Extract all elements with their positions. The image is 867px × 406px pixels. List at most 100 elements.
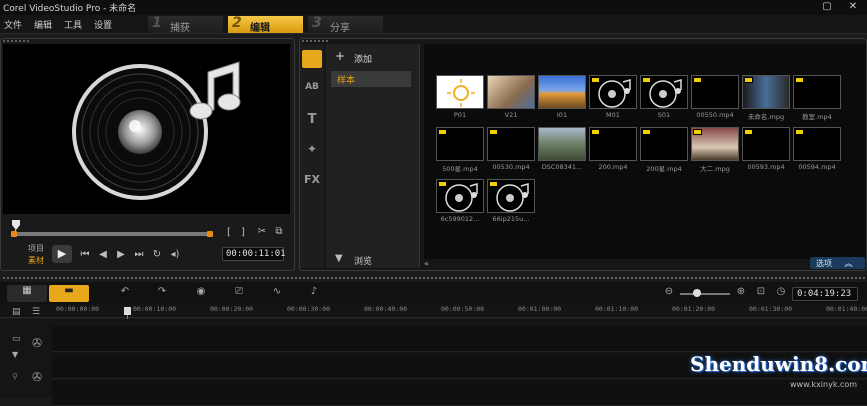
zoom-slider-knob[interactable] [693,289,701,297]
graphic-icon[interactable]: ✦ [303,142,321,158]
menu-settings[interactable]: 设置 [94,18,112,31]
video-track-header-icon[interactable]: ✇ [32,336,42,350]
auto-music-icon[interactable]: ♪ [305,286,323,297]
mode-project-label[interactable]: 项目 [28,243,44,254]
zoom-slider[interactable] [680,293,730,295]
step-share[interactable]: 3 分享 [308,15,383,34]
video-track[interactable] [52,326,867,352]
thumbnail-label: 6c599012... [440,215,480,223]
zoom-out-icon[interactable]: ⊖ [660,286,678,297]
title-bar: Corel VideoStudio Pro - 未命名 ▢ ✕ [0,0,867,15]
library-thumbnail[interactable] [742,75,790,109]
library-thumbnail[interactable] [640,75,688,109]
browse-icon[interactable]: ▼ [335,253,343,264]
previous-frame-icon[interactable]: ◀ [97,249,109,260]
video-track-icon[interactable]: ▭ [12,334,21,344]
undo-icon[interactable]: ↶ [116,286,134,297]
cut-icon[interactable]: ✂ [256,226,268,237]
capture-icon[interactable]: ⎚ [230,286,248,297]
step-capture[interactable]: 1 捕获 [148,15,223,34]
library-thumbnail[interactable] [538,127,586,161]
copy-icon[interactable]: ⧉ [273,226,285,237]
preview-timecode[interactable]: 00:00:11:01 [222,247,286,261]
scrubber-track[interactable] [14,232,210,236]
timeline-view-button[interactable]: ▬ [49,285,89,302]
chapter-icon[interactable]: ☰ [32,307,40,317]
library-thumbnail[interactable] [691,75,739,109]
volume-icon[interactable]: ◂) [169,249,181,260]
panel-grip[interactable] [301,39,329,43]
title-icon[interactable]: T [303,112,321,128]
media-type-badge-icon [744,129,753,135]
library-thumbnail[interactable] [436,75,484,109]
close-icon[interactable]: ✕ [846,1,860,12]
browse-button[interactable]: 浏览 [354,254,372,267]
mark-out-button[interactable]: ] [238,227,248,238]
media-type-badge-icon [489,129,498,135]
media-type-badge-icon [591,77,600,83]
maximize-icon[interactable]: ▢ [820,1,834,12]
chevron-up-icon: ︽ [844,259,853,268]
thumbnail-label: 00594.mp4 [798,163,836,171]
library-thumbnail[interactable] [640,127,688,161]
media-type-badge-icon [795,77,804,83]
zoom-in-icon[interactable]: ⊕ [732,286,750,297]
watermark-text: Shenduwin8.com [690,352,867,376]
filter-icon[interactable]: FX [303,173,321,189]
trim-end-handle[interactable] [207,231,213,237]
media-category-icon[interactable] [302,50,322,68]
library-thumbnail[interactable] [793,75,841,109]
step-edit[interactable]: 2 编辑 [228,15,303,34]
thumbnail-label: 未命名.mpg [747,113,785,121]
library-thumbnail[interactable] [793,127,841,161]
redo-icon[interactable]: ↷ [153,286,171,297]
mode-clip-label[interactable]: 素材 [28,255,44,266]
overlay-track-header-icon[interactable]: ✇ [32,370,42,384]
storyboard-view-button[interactable]: ▦ [7,285,47,302]
library-thumbnail[interactable] [487,75,535,109]
library-thumbnail[interactable] [589,127,637,161]
thumbnail-label: 教室.mp4 [802,113,832,121]
library-thumbnail[interactable] [742,127,790,161]
expand-icon[interactable]: ▼ [12,350,18,359]
title-track[interactable] [52,380,867,406]
play-button[interactable]: ▶ [52,245,72,263]
media-type-badge-icon [795,129,804,135]
link-icon[interactable]: ⚲ [12,372,18,381]
library-thumbnail[interactable] [538,75,586,109]
end-icon[interactable]: ⏭ [133,249,145,260]
library-thumbnail[interactable] [589,75,637,109]
library-thumbnail[interactable] [487,179,535,213]
library-thumbnail[interactable] [436,127,484,161]
add-folder-button[interactable]: 添加 [354,52,372,65]
timeline-playhead-marker[interactable] [124,307,131,315]
thumbnail-label: P01 [453,111,467,119]
menu-edit[interactable]: 编辑 [34,18,52,31]
mark-in-button[interactable]: [ [224,227,234,238]
audio-mixer-icon[interactable]: ∿ [268,286,286,297]
repeat-icon[interactable]: ↻ [151,249,163,260]
add-icon[interactable]: + [335,49,345,63]
ruler-label: 00:01:10:00 [595,305,639,313]
scrubber-head[interactable] [12,220,20,230]
ruler-label: 00:01:40:00 [826,305,867,313]
track-manager-icon[interactable]: ▤ [12,307,21,317]
panel-grip[interactable] [2,39,30,43]
thumbnail-label: V21 [504,111,518,119]
next-frame-icon[interactable]: ▶ [115,249,127,260]
menu-file[interactable]: 文件 [4,18,22,31]
collapse-icon[interactable]: « [424,259,434,269]
menu-tools[interactable]: 工具 [64,18,82,31]
options-button[interactable]: 选项 ︽ [810,257,865,269]
folder-item-sample[interactable]: 样本 [331,71,411,87]
home-icon[interactable]: ⏮ [79,249,91,260]
trim-start-handle[interactable] [11,231,17,237]
fit-project-icon[interactable]: ⊡ [752,286,770,297]
record-icon[interactable]: ◉ [192,286,210,297]
transition-icon[interactable]: AB [303,82,321,98]
library-thumbnail[interactable] [436,179,484,213]
library-thumbnail[interactable] [691,127,739,161]
timeline-grip[interactable] [2,276,867,280]
ruler-label: 00:00:20:00 [210,305,254,313]
library-thumbnail[interactable] [487,127,535,161]
